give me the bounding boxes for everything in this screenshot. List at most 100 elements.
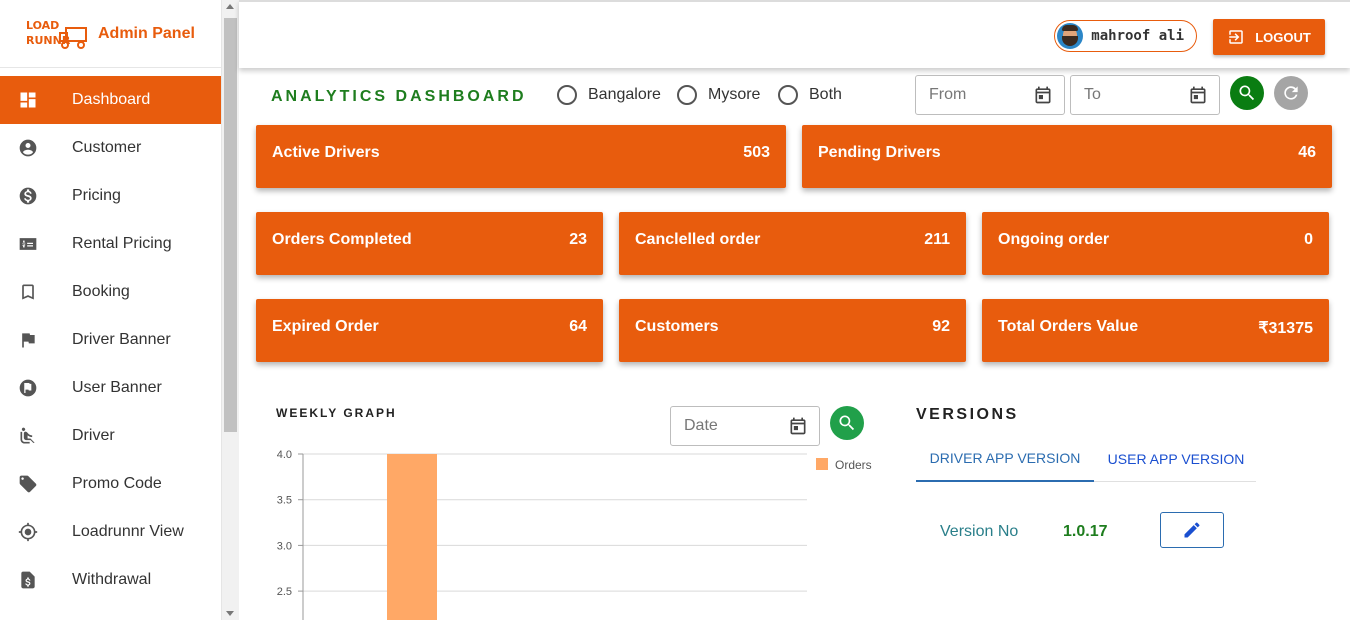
sidebar-item-label: Promo Code <box>72 475 162 492</box>
sidebar-item-label: Driver <box>72 427 115 444</box>
calendar-icon[interactable] <box>1033 85 1053 105</box>
stat-card-active-drivers[interactable]: Active Drivers 503 <box>256 125 786 188</box>
sidebar-item-label: Loadrunnr View <box>72 523 184 540</box>
versions-tabs: DRIVER APP VERSION USER APP VERSION <box>916 436 1256 482</box>
y-tick-label: 2.5 <box>277 586 292 598</box>
sidebar-item-dashboard[interactable]: Dashboard <box>0 76 221 124</box>
radio-circle-icon[interactable] <box>778 85 798 105</box>
sidebar: LOAD RUNNR Admin Panel Dashboard Custome… <box>0 0 222 620</box>
radio-mysore[interactable]: Mysore <box>677 85 760 105</box>
pencil-icon <box>1184 522 1200 538</box>
card-label: Active Drivers <box>272 144 380 161</box>
svg-text:LOAD: LOAD <box>26 19 59 32</box>
reset-button[interactable] <box>1274 76 1308 110</box>
dollar-card-icon <box>18 234 38 254</box>
stat-card-pending-drivers[interactable]: Pending Drivers 46 <box>802 125 1332 188</box>
sidebar-item-label: Customer <box>72 139 142 156</box>
radio-both[interactable]: Both <box>778 85 842 105</box>
radio-circle-icon[interactable] <box>557 85 577 105</box>
card-label: Canclelled order <box>635 231 761 248</box>
card-label: Ongoing order <box>998 231 1110 248</box>
sidebar-item-label: Booking <box>72 283 130 300</box>
graph-search-button[interactable] <box>830 406 864 440</box>
y-tick-label: 3.0 <box>277 540 292 552</box>
weekly-chart: 4.0 3.5 3.0 2.5 Orders <box>277 449 872 620</box>
filter-row: ANALYTICS DASHBOARD Bangalore Mysore Bot… <box>239 74 1350 118</box>
y-tick-label: 4.0 <box>277 449 292 461</box>
to-placeholder: To <box>1084 86 1101 103</box>
stat-card-total-orders-value[interactable]: Total Orders Value ₹31375 <box>982 299 1329 362</box>
card-value: 503 <box>743 144 770 161</box>
radio-circle-icon[interactable] <box>677 85 697 105</box>
card-value: 23 <box>569 231 587 248</box>
card-label: Pending Drivers <box>818 144 941 161</box>
sidebar-item-label: Rental Pricing <box>72 235 172 252</box>
y-tick-label: 3.5 <box>277 495 292 507</box>
version-label: Version No <box>940 523 1019 540</box>
search-button[interactable] <box>1230 76 1264 110</box>
account-circle-icon <box>18 138 38 158</box>
sidebar-item-loadrunnr-view[interactable]: Loadrunnr View <box>0 508 221 556</box>
brand: LOAD RUNNR Admin Panel <box>0 0 221 68</box>
user-chip[interactable]: mahroof ali <box>1054 20 1197 52</box>
stat-card-ongoing-order[interactable]: Ongoing order 0 <box>982 212 1329 275</box>
tag-icon <box>18 474 38 494</box>
topbar: mahroof ali LOGOUT <box>239 0 1350 68</box>
card-label: Orders Completed <box>272 231 412 248</box>
bookmark-icon <box>18 282 38 302</box>
legend-label: Orders <box>835 458 872 472</box>
card-value: 64 <box>569 318 587 335</box>
sidebar-item-rental-pricing[interactable]: Rental Pricing <box>0 220 221 268</box>
dollar-document-icon <box>18 570 38 590</box>
card-label: Customers <box>635 318 719 335</box>
to-date-field[interactable]: To <box>1070 75 1220 115</box>
sidebar-item-withdrawal[interactable]: Withdrawal <box>0 556 221 604</box>
stat-card-cancelled-order[interactable]: Canclelled order 211 <box>619 212 966 275</box>
from-placeholder: From <box>929 86 967 103</box>
sidebar-item-label: User Banner <box>72 379 162 396</box>
sidebar-item-label: Pricing <box>72 187 121 204</box>
graph-title: WEEKLY GRAPH <box>276 406 397 420</box>
sidebar-item-driver-banner[interactable]: Driver Banner <box>0 316 221 364</box>
sidebar-item-pricing[interactable]: Pricing <box>0 172 221 220</box>
sidebar-nav: Dashboard Customer Pricing Rental Pricin… <box>0 76 221 604</box>
card-label: Total Orders Value <box>998 318 1139 335</box>
from-date-field[interactable]: From <box>915 75 1065 115</box>
seat-icon <box>18 426 38 446</box>
sidebar-item-promo-code[interactable]: Promo Code <box>0 460 221 508</box>
scroll-thumb[interactable] <box>224 18 237 432</box>
card-value: ₹31375 <box>1258 320 1313 337</box>
sidebar-item-customer[interactable]: Customer <box>0 124 221 172</box>
target-icon <box>18 522 38 542</box>
card-value: 46 <box>1298 144 1316 161</box>
legend-swatch <box>816 458 828 470</box>
date-placeholder: Date <box>684 417 718 434</box>
sidebar-scrollbar[interactable] <box>222 0 239 620</box>
version-value: 1.0.17 <box>1063 523 1108 540</box>
chart-bar <box>387 454 437 620</box>
avatar <box>1057 23 1084 49</box>
tab-driver-app-version[interactable]: DRIVER APP VERSION <box>916 436 1094 482</box>
logout-button[interactable]: LOGOUT <box>1213 19 1325 55</box>
stat-card-customers[interactable]: Customers 92 <box>619 299 966 362</box>
search-icon <box>839 415 855 431</box>
calendar-icon[interactable] <box>1188 85 1208 105</box>
calendar-icon[interactable] <box>788 416 808 436</box>
sidebar-item-user-banner[interactable]: User Banner <box>0 364 221 412</box>
scroll-down-arrow-icon[interactable] <box>226 611 234 616</box>
sidebar-item-driver[interactable]: Driver <box>0 412 221 460</box>
logout-label: LOGOUT <box>1255 29 1311 45</box>
flag-icon <box>18 330 38 350</box>
scroll-up-arrow-icon[interactable] <box>226 4 234 9</box>
edit-version-button[interactable] <box>1160 512 1224 548</box>
flag-circle-icon <box>18 378 38 398</box>
stat-card-orders-completed[interactable]: Orders Completed 23 <box>256 212 603 275</box>
card-label: Expired Order <box>272 318 379 335</box>
radio-label: Bangalore <box>588 86 661 103</box>
stat-card-expired-order[interactable]: Expired Order 64 <box>256 299 603 362</box>
radio-bangalore[interactable]: Bangalore <box>557 85 661 105</box>
tab-user-app-version[interactable]: USER APP VERSION <box>1094 436 1258 482</box>
card-value: 211 <box>924 231 950 248</box>
loadrunnr-logo: LOAD RUNNR <box>26 19 87 49</box>
sidebar-item-booking[interactable]: Booking <box>0 268 221 316</box>
